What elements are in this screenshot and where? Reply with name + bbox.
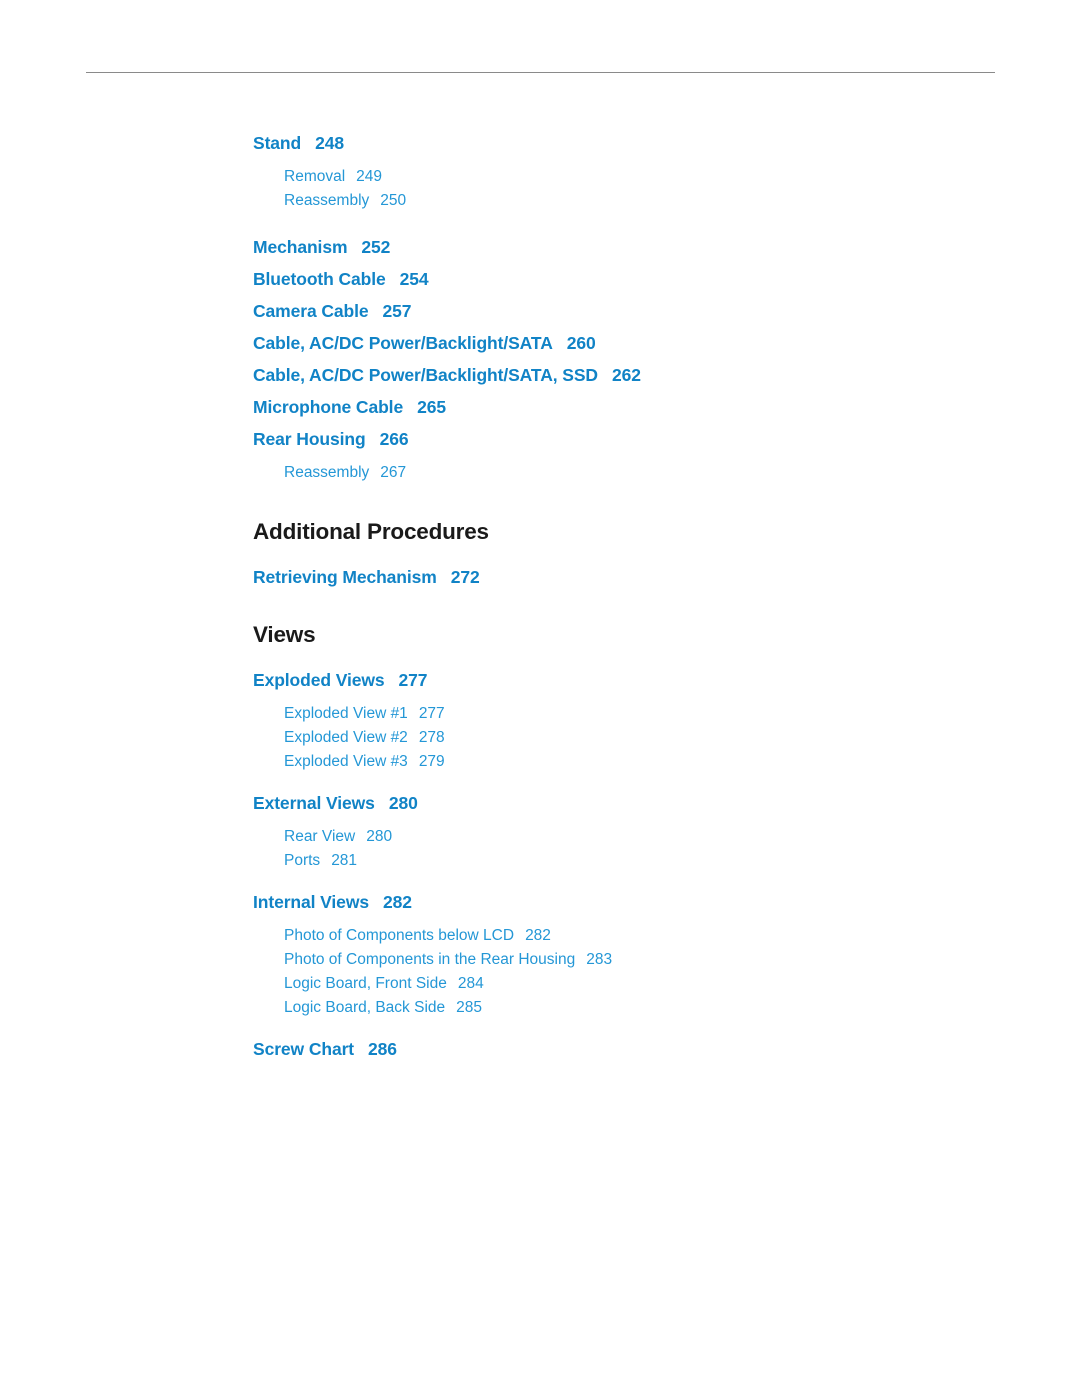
toc-page-number: 284 [457, 975, 484, 993]
toc-entry-logic-board-back-side[interactable]: Logic Board, Back Side 285 [253, 996, 1013, 1020]
toc-section-additional-procedures: Additional Procedures [253, 519, 489, 545]
toc-label: Mechanism [253, 237, 348, 258]
toc-entry-external-views[interactable]: External Views 280 [253, 793, 1013, 814]
toc-label: External Views [253, 793, 375, 814]
toc-label: Rear View [284, 828, 356, 846]
toc-entry-cable-acdc-power-backlight-sata-ssd[interactable]: Cable, AC/DC Power/Backlight/SATA, SSD 26… [253, 365, 1013, 386]
toc-label: Exploded View #1 [284, 705, 408, 723]
toc-page-number: 285 [456, 999, 482, 1017]
toc-label: Reassembly [284, 192, 370, 210]
toc-label: Screw Chart [253, 1039, 355, 1060]
toc-page-number: 282 [525, 927, 551, 945]
toc-label: Exploded View #2 [284, 729, 408, 747]
toc-page-number: 280 [366, 828, 393, 846]
toc-entry-mechanism[interactable]: Mechanism 252 [253, 237, 1013, 258]
toc-entry-bluetooth-cable[interactable]: Bluetooth Cable 254 [253, 269, 1013, 290]
toc-label: Stand [253, 133, 302, 153]
toc-page: Stand 248 Removal 249 Reassembly 250 Mechan… [0, 0, 1080, 1397]
toc-page-number: 262 [611, 365, 641, 386]
toc-page-number: 249 [356, 168, 383, 185]
toc-page-number: 286 [368, 1039, 397, 1060]
toc-page-number: 281 [331, 852, 358, 870]
toc-section-views: Views [253, 622, 316, 648]
toc-entry-exploded-views[interactable]: Exploded Views 277 [253, 670, 1013, 691]
toc-page-number: 278 [418, 729, 445, 747]
toc-label: Rear Housing [253, 429, 366, 450]
toc-label: Camera Cable [253, 301, 369, 322]
toc-group-rear-housing: Rear Housing 266 Reassembly 267 [253, 429, 1013, 485]
toc-entry-photo-components-rear-housing[interactable]: Photo of Components in the Rear Housing 2… [253, 948, 1013, 972]
toc-page-number: 260 [566, 333, 596, 354]
toc-entry-exploded-view-3[interactable]: Exploded View #3 279 [253, 750, 1013, 774]
toc-label: Exploded View #3 [284, 753, 408, 771]
toc-label: Photo of Components in the Rear Housing [284, 951, 576, 969]
toc-page-number: 282 [382, 892, 412, 913]
toc-page-number: 283 [586, 951, 613, 969]
toc-entry-cable-acdc-power-backlight-sata[interactable]: Cable, AC/DC Power/Backlight/SATA 260 [253, 333, 1013, 354]
toc-page-number: 279 [418, 753, 445, 771]
toc-entry-camera-cable[interactable]: Camera Cable 257 [253, 301, 1013, 322]
header-rule [86, 72, 995, 73]
toc-label: Bluetooth Cable [253, 269, 386, 290]
toc-page-number: 254 [399, 269, 429, 290]
toc-entry-screw-chart[interactable]: Screw Chart 286 [253, 1039, 1013, 1060]
toc-entry-stand[interactable]: Stand 248 [253, 133, 1013, 154]
toc-page-number: 265 [417, 397, 446, 418]
toc-label: Cable, AC/DC Power/Backlight/SATA, SSD [253, 365, 598, 386]
toc-entry-rear-housing[interactable]: Rear Housing 266 [253, 429, 1013, 450]
toc-page-number: 277 [418, 705, 445, 723]
toc-label: Photo of Components below LCD [284, 927, 515, 945]
toc-entry-exploded-view-2[interactable]: Exploded View #2 278 [253, 726, 1013, 750]
toc-page-number: 277 [398, 670, 428, 691]
toc-entry-logic-board-front-side[interactable]: Logic Board, Front Side 284 [253, 972, 1013, 996]
toc-entry-removal[interactable]: Removal 249 [253, 165, 1013, 189]
toc-entry-retrieving-mechanism[interactable]: Retrieving Mechanism 272 [253, 567, 1013, 588]
toc-label: Exploded Views [253, 670, 385, 691]
toc-entry-microphone-cable[interactable]: Microphone Cable 265 [253, 397, 1013, 418]
toc-entry-ports[interactable]: Ports 281 [253, 849, 1013, 873]
toc-entry-exploded-view-1[interactable]: Exploded View #1 277 [253, 702, 1013, 726]
toc-page-number: 272 [450, 567, 480, 588]
toc-group-exploded-views: Exploded Views 277 Exploded View #1 277 Ex… [253, 670, 1013, 774]
toc-page-number: 257 [382, 301, 412, 322]
toc-group-stand: Stand 248 Removal 249 Reassembly 250 [253, 133, 1013, 213]
toc-label: Logic Board, Front Side [284, 975, 447, 993]
toc-label: Ports [284, 852, 321, 870]
toc-page-number: 266 [379, 429, 409, 450]
toc-label: Reassembly [284, 464, 370, 482]
toc-label: Logic Board, Back Side [284, 999, 446, 1017]
toc-label: Cable, AC/DC Power/Backlight/SATA [253, 333, 553, 354]
toc-page-number: 280 [388, 793, 418, 814]
toc-group-internal-views: Internal Views 282 Photo of Components be… [253, 892, 1013, 1020]
toc-entry-rear-housing-reassembly[interactable]: Reassembly 267 [253, 461, 1013, 485]
toc-entry-photo-components-below-lcd[interactable]: Photo of Components below LCD 282 [253, 924, 1013, 948]
toc-page-number: 250 [380, 192, 407, 210]
toc-entry-rear-view[interactable]: Rear View 280 [253, 825, 1013, 849]
toc-label: Removal [284, 168, 346, 185]
toc-page-number: 252 [361, 237, 391, 258]
toc-page-number: 248 [315, 133, 345, 153]
toc-list: Stand 248 Removal 249 Reassembly 250 Mechan… [253, 133, 1013, 1060]
toc-entry-internal-views[interactable]: Internal Views 282 [253, 892, 1013, 913]
toc-page-number: 267 [380, 464, 407, 482]
toc-label: Microphone Cable [253, 397, 404, 418]
toc-group-external-views: External Views 280 Rear View 280 Ports 281 [253, 793, 1013, 873]
toc-label: Retrieving Mechanism [253, 567, 437, 588]
toc-entry-reassembly[interactable]: Reassembly 250 [253, 189, 1013, 213]
toc-label: Internal Views [253, 892, 369, 913]
